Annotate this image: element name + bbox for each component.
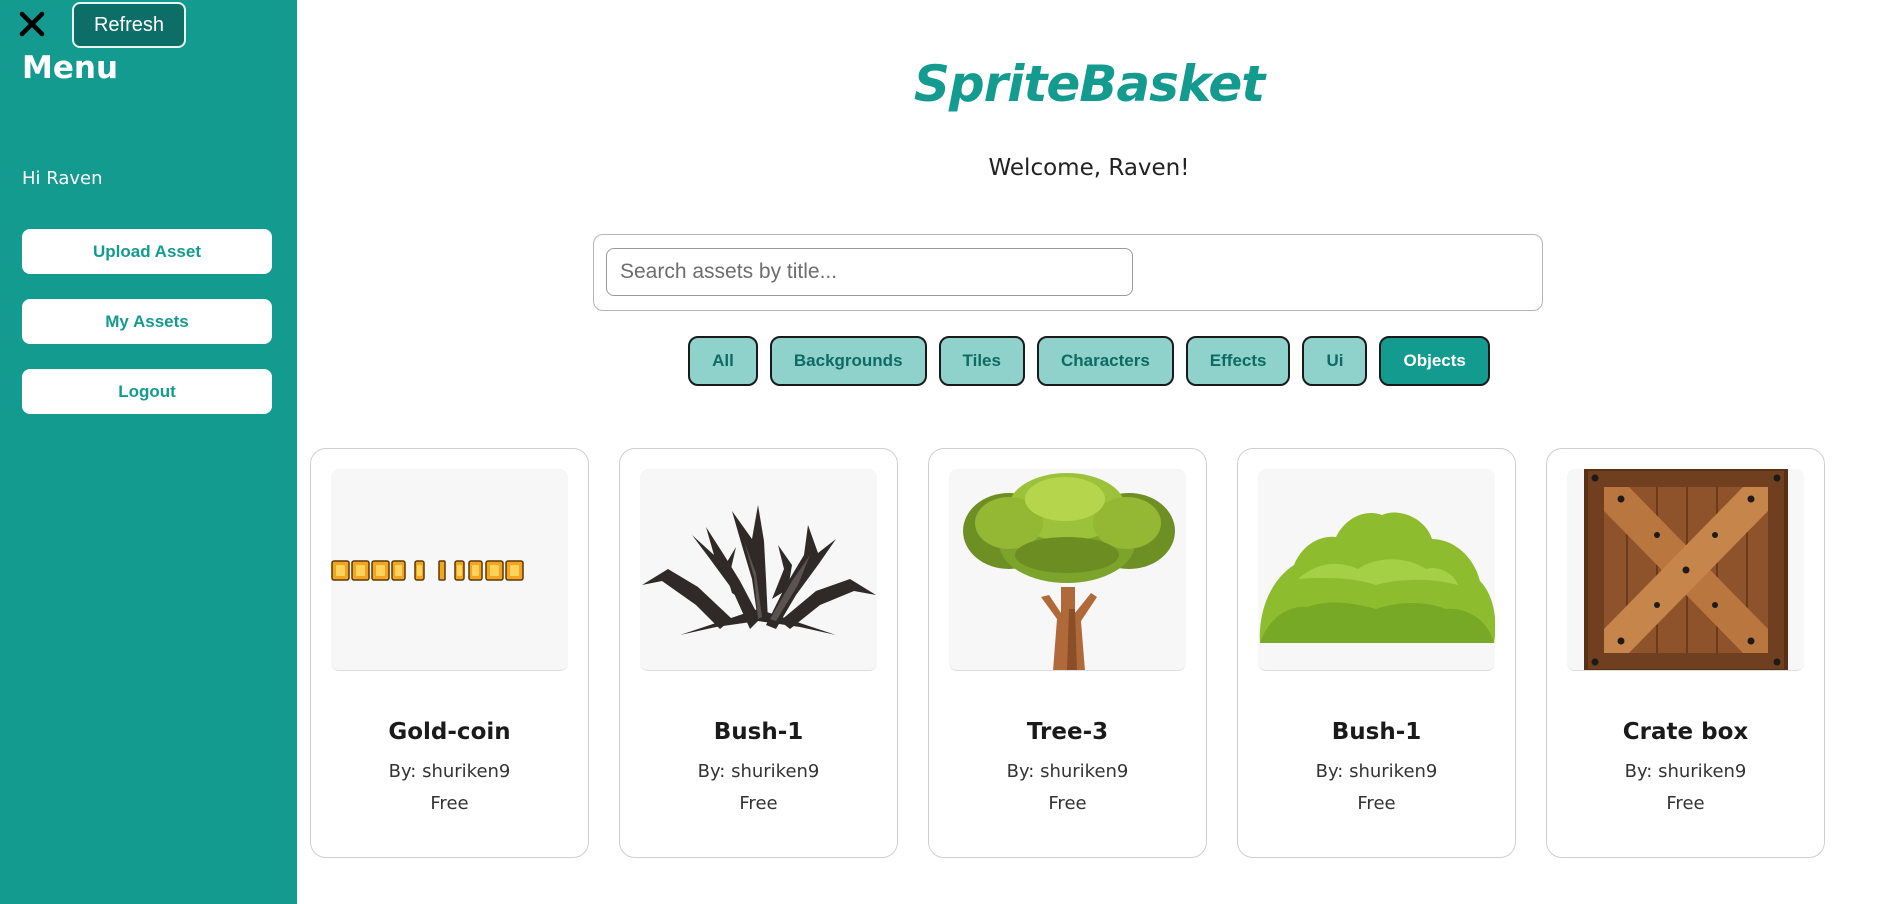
filter-ui[interactable]: Ui — [1302, 336, 1368, 386]
welcome-message: Welcome, Raven! — [988, 155, 1190, 181]
asset-title: Tree-3 — [1026, 719, 1109, 745]
asset-author: By: shuriken9 — [1006, 761, 1129, 782]
close-icon[interactable] — [18, 10, 46, 38]
menu-title: Menu — [22, 50, 119, 86]
filter-objects[interactable]: Objects — [1379, 336, 1490, 386]
category-filters: All Backgrounds Tiles Characters Effects… — [297, 336, 1881, 386]
asset-grid: Gold-coin By: shuriken9 Free Bush-1 By: … — [310, 448, 1825, 858]
asset-author: By: shuriken9 — [388, 761, 511, 782]
asset-title: Bush-1 — [713, 719, 804, 745]
filter-tiles[interactable]: Tiles — [938, 336, 1025, 386]
asset-title: Crate box — [1622, 719, 1749, 745]
asset-price: Free — [1357, 793, 1396, 814]
asset-author: By: shuriken9 — [697, 761, 820, 782]
asset-card[interactable]: Bush-1 By: shuriken9 Free — [619, 448, 898, 858]
asset-author: By: shuriken9 — [1315, 761, 1438, 782]
asset-card[interactable]: Bush-1 By: shuriken9 Free — [1237, 448, 1516, 858]
asset-price: Free — [1048, 793, 1087, 814]
asset-card[interactable]: Crate box By: shuriken9 Free — [1546, 448, 1825, 858]
asset-author: By: shuriken9 — [1624, 761, 1747, 782]
asset-thumbnail-crate — [1567, 469, 1804, 671]
search-bar — [593, 234, 1543, 311]
filter-characters[interactable]: Characters — [1036, 336, 1174, 386]
asset-thumbnail-tree — [949, 469, 1186, 671]
filter-effects[interactable]: Effects — [1185, 336, 1291, 386]
filter-backgrounds[interactable]: Backgrounds — [769, 336, 927, 386]
asset-thumbnail-green-bush — [1258, 469, 1495, 671]
asset-thumbnail-dead-bush — [640, 469, 877, 671]
asset-price: Free — [1666, 793, 1705, 814]
asset-card[interactable]: Tree-3 By: shuriken9 Free — [928, 448, 1207, 858]
my-assets-button[interactable]: My Assets — [22, 299, 272, 344]
asset-card[interactable]: Gold-coin By: shuriken9 Free — [310, 448, 589, 858]
asset-title: Bush-1 — [1331, 719, 1422, 745]
refresh-button[interactable]: Refresh — [72, 2, 186, 48]
sidebar: Refresh Menu Hi Raven Upload Asset My As… — [0, 0, 297, 904]
upload-asset-button[interactable]: Upload Asset — [22, 229, 272, 274]
asset-price: Free — [430, 793, 469, 814]
logout-button[interactable]: Logout — [22, 369, 272, 414]
asset-title: Gold-coin — [388, 719, 511, 745]
user-greeting: Hi Raven — [22, 168, 103, 189]
filter-all[interactable]: All — [688, 336, 758, 386]
search-input[interactable] — [606, 248, 1133, 296]
brand-logo: SpriteBasket — [913, 55, 1265, 113]
asset-price: Free — [739, 793, 778, 814]
asset-thumbnail-gold-coin — [331, 469, 568, 671]
